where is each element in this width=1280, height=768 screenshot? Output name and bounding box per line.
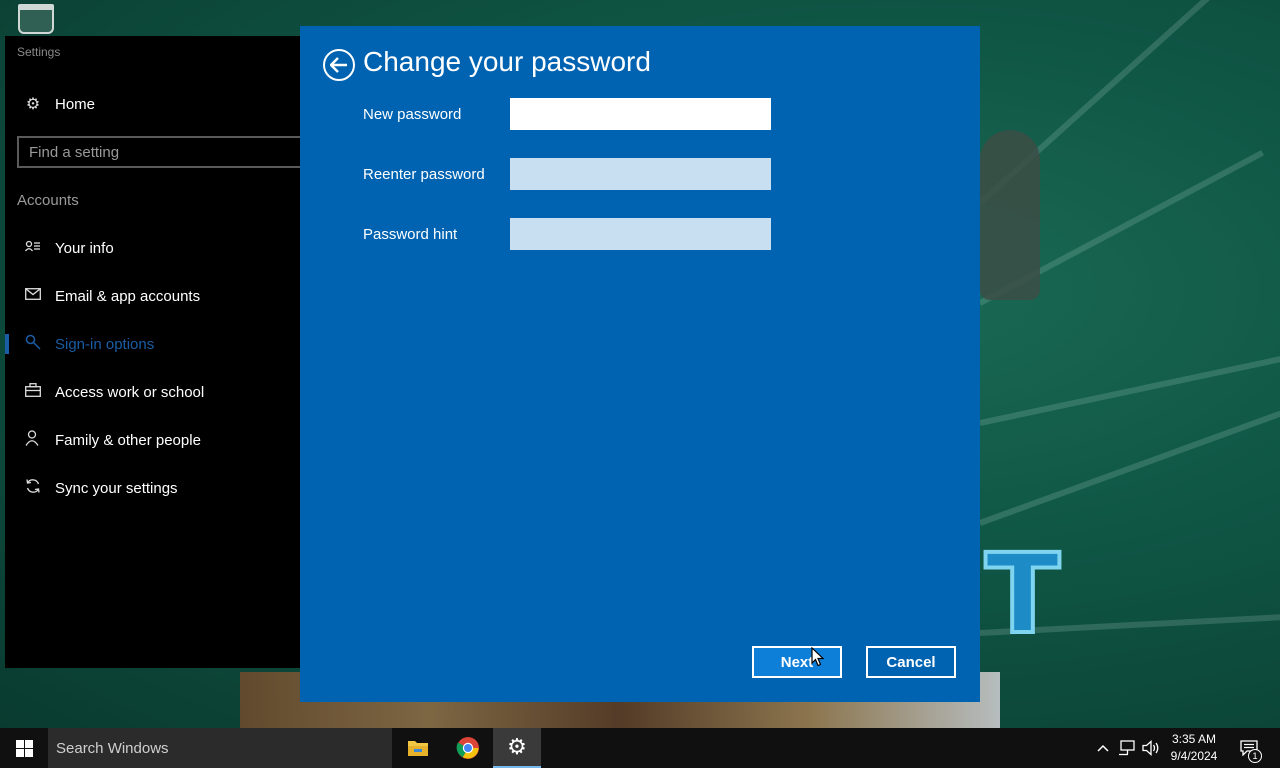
- reenter-password-label: Reenter password: [363, 166, 485, 183]
- sidebar-item-email-accounts[interactable]: Email & app accounts: [5, 276, 301, 316]
- notification-count-badge: 1: [1248, 749, 1262, 763]
- find-setting-input[interactable]: [29, 143, 289, 161]
- password-hint-label: Password hint: [363, 226, 458, 243]
- change-password-dialog: Change your password New password Reente…: [300, 26, 980, 702]
- password-hint-input[interactable]: [510, 218, 771, 250]
- home-label: Home: [55, 95, 96, 113]
- sidebar-item-label: Your info: [55, 239, 114, 257]
- sidebar-item-label: Sign-in options: [55, 335, 155, 353]
- clock-time: 3:35 AM: [1171, 732, 1217, 746]
- taskbar-search-box[interactable]: Search Windows: [48, 728, 392, 768]
- next-button[interactable]: Next: [752, 646, 842, 678]
- network-icon[interactable]: [1116, 728, 1138, 768]
- new-password-label: New password: [363, 106, 462, 123]
- mail-icon: [21, 287, 45, 305]
- sidebar-item-label: Access work or school: [55, 383, 205, 401]
- sidebar-item-sync[interactable]: Sync your settings: [5, 468, 301, 508]
- person-icon: [21, 429, 45, 451]
- person-card-icon: [21, 239, 45, 257]
- find-setting-box[interactable]: [17, 136, 307, 168]
- start-button[interactable]: [0, 728, 48, 768]
- dialog-title: Change your password: [363, 46, 651, 77]
- mouse-cursor-icon: [811, 647, 825, 667]
- windows-logo-icon: [15, 739, 33, 757]
- taskbar-file-explorer[interactable]: [394, 728, 442, 768]
- back-arrow-icon: [330, 57, 347, 73]
- volume-icon[interactable]: [1140, 728, 1162, 768]
- taskbar-settings[interactable]: ⚙: [493, 728, 541, 768]
- taskbar: Search Windows ⚙ 3:35 AM 9/4/2024 1: [0, 728, 1280, 768]
- file-explorer-icon: [408, 741, 428, 756]
- new-password-input[interactable]: [510, 98, 771, 130]
- sidebar-item-family[interactable]: Family & other people: [5, 420, 301, 460]
- sidebar-item-label: Family & other people: [55, 431, 201, 449]
- action-center-button[interactable]: 1: [1234, 728, 1264, 768]
- sync-icon: [21, 478, 45, 499]
- briefcase-icon: [21, 382, 45, 402]
- taskbar-clock[interactable]: 3:35 AM 9/4/2024: [1164, 731, 1224, 765]
- settings-window: Settings ⚙ Home Accounts Your info Email…: [5, 36, 307, 668]
- back-button[interactable]: [323, 49, 355, 81]
- settings-gear-icon: ⚙: [507, 734, 527, 759]
- recycle-bin-icon[interactable]: [18, 4, 54, 34]
- key-icon: [21, 334, 45, 355]
- settings-home-item[interactable]: ⚙ Home: [5, 84, 301, 124]
- accounts-section-header: Accounts: [17, 192, 79, 209]
- gear-icon: ⚙: [25, 96, 41, 113]
- sidebar-item-access-work[interactable]: Access work or school: [5, 372, 301, 412]
- sidebar-item-label: Email & app accounts: [55, 287, 201, 305]
- settings-window-title: Settings: [17, 45, 61, 59]
- show-hidden-icons-chevron[interactable]: [1094, 728, 1112, 768]
- sidebar-item-sign-in-options[interactable]: Sign-in options: [5, 324, 301, 364]
- chrome-icon: [456, 737, 479, 759]
- sidebar-item-your-info[interactable]: Your info: [5, 228, 301, 268]
- cancel-button[interactable]: Cancel: [866, 646, 956, 678]
- taskbar-chrome[interactable]: [444, 728, 492, 768]
- clock-date: 9/4/2024: [1170, 749, 1218, 763]
- taskbar-search-label: Search Windows: [56, 739, 169, 757]
- reenter-password-input[interactable]: [510, 158, 771, 190]
- sidebar-item-label: Sync your settings: [55, 479, 178, 497]
